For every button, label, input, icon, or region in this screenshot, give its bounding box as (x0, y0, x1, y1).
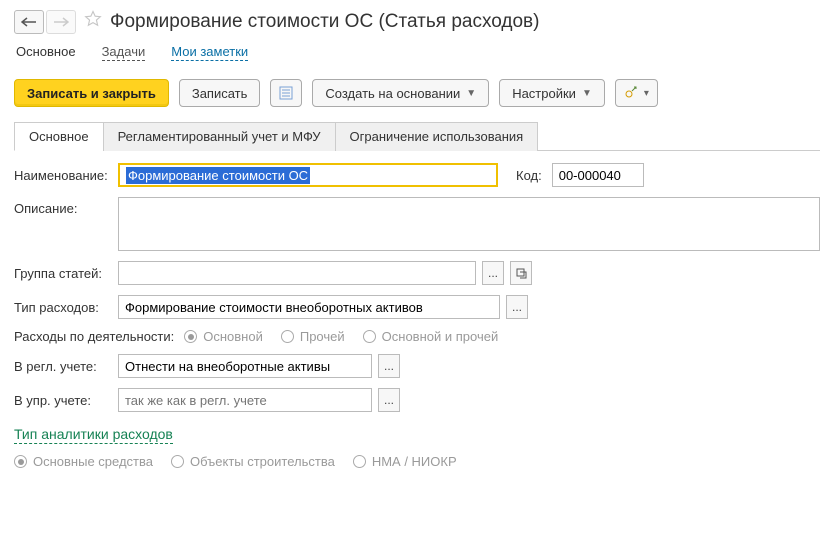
chevron-down-icon: ▼ (582, 88, 592, 99)
radio-analytics-nma[interactable]: НМА / НИОКР (353, 454, 457, 469)
forward-button[interactable] (46, 10, 76, 34)
description-field[interactable] (118, 197, 820, 251)
favorite-icon[interactable] (84, 10, 102, 34)
radio-analytics-fixed[interactable]: Основные средства (14, 454, 153, 469)
mgmt-acc-field[interactable] (118, 388, 372, 412)
chevron-down-icon: ▾ (644, 88, 649, 99)
link-tasks[interactable]: Задачи (102, 44, 146, 61)
group-field[interactable] (118, 261, 476, 285)
list-icon (279, 86, 293, 100)
radio-icon (281, 330, 294, 343)
back-button[interactable] (14, 10, 44, 34)
label-code: Код: (516, 168, 542, 183)
code-field[interactable] (552, 163, 644, 187)
mgmt-acc-select-button[interactable]: ... (378, 388, 400, 412)
radio-activity-main[interactable]: Основной (184, 329, 263, 344)
label-reg-acc: В регл. учете: (14, 359, 112, 374)
group-select-button[interactable]: ... (482, 261, 504, 285)
page-title: Формирование стоимости ОС (Статья расход… (110, 11, 539, 33)
tab-restrict[interactable]: Ограничение использования (335, 122, 539, 151)
expense-type-field[interactable] (118, 295, 500, 319)
label-description: Описание: (14, 197, 112, 216)
radio-icon (353, 455, 366, 468)
radio-icon (14, 455, 27, 468)
extra-button[interactable]: ▾ (615, 79, 658, 107)
label-group: Группа статей: (14, 266, 112, 281)
create-based-button[interactable]: Создать на основании ▼ (312, 79, 489, 107)
list-button[interactable] (270, 79, 302, 107)
radio-icon (363, 330, 376, 343)
label-mgmt-acc: В упр. учете: (14, 393, 112, 408)
label-activity: Расходы по деятельности: (14, 329, 174, 344)
tab-main[interactable]: Основное (14, 122, 104, 151)
name-field[interactable]: Формирование стоимости ОС (118, 163, 498, 187)
radio-activity-both[interactable]: Основной и прочей (363, 329, 499, 344)
radio-analytics-construction[interactable]: Объекты строительства (171, 454, 335, 469)
radio-activity-other[interactable]: Прочей (281, 329, 345, 344)
tab-reg[interactable]: Регламентированный учет и МФУ (103, 122, 336, 151)
group-open-button[interactable] (510, 261, 532, 285)
save-button[interactable]: Записать (179, 79, 261, 107)
analytics-section-title[interactable]: Тип аналитики расходов (14, 426, 173, 444)
link-notes[interactable]: Мои заметки (171, 44, 248, 61)
expense-type-select-button[interactable]: ... (506, 295, 528, 319)
reg-acc-select-button[interactable]: ... (378, 354, 400, 378)
chevron-down-icon: ▼ (466, 88, 476, 99)
link-main[interactable]: Основное (16, 44, 76, 61)
save-close-button[interactable]: Записать и закрыть (14, 79, 169, 107)
label-expense-type: Тип расходов: (14, 300, 112, 315)
radio-icon (171, 455, 184, 468)
settings-button[interactable]: Настройки ▼ (499, 79, 605, 107)
reg-acc-field[interactable] (118, 354, 372, 378)
label-name: Наименование: (14, 168, 112, 183)
radio-icon (184, 330, 197, 343)
link-icon (624, 85, 638, 102)
